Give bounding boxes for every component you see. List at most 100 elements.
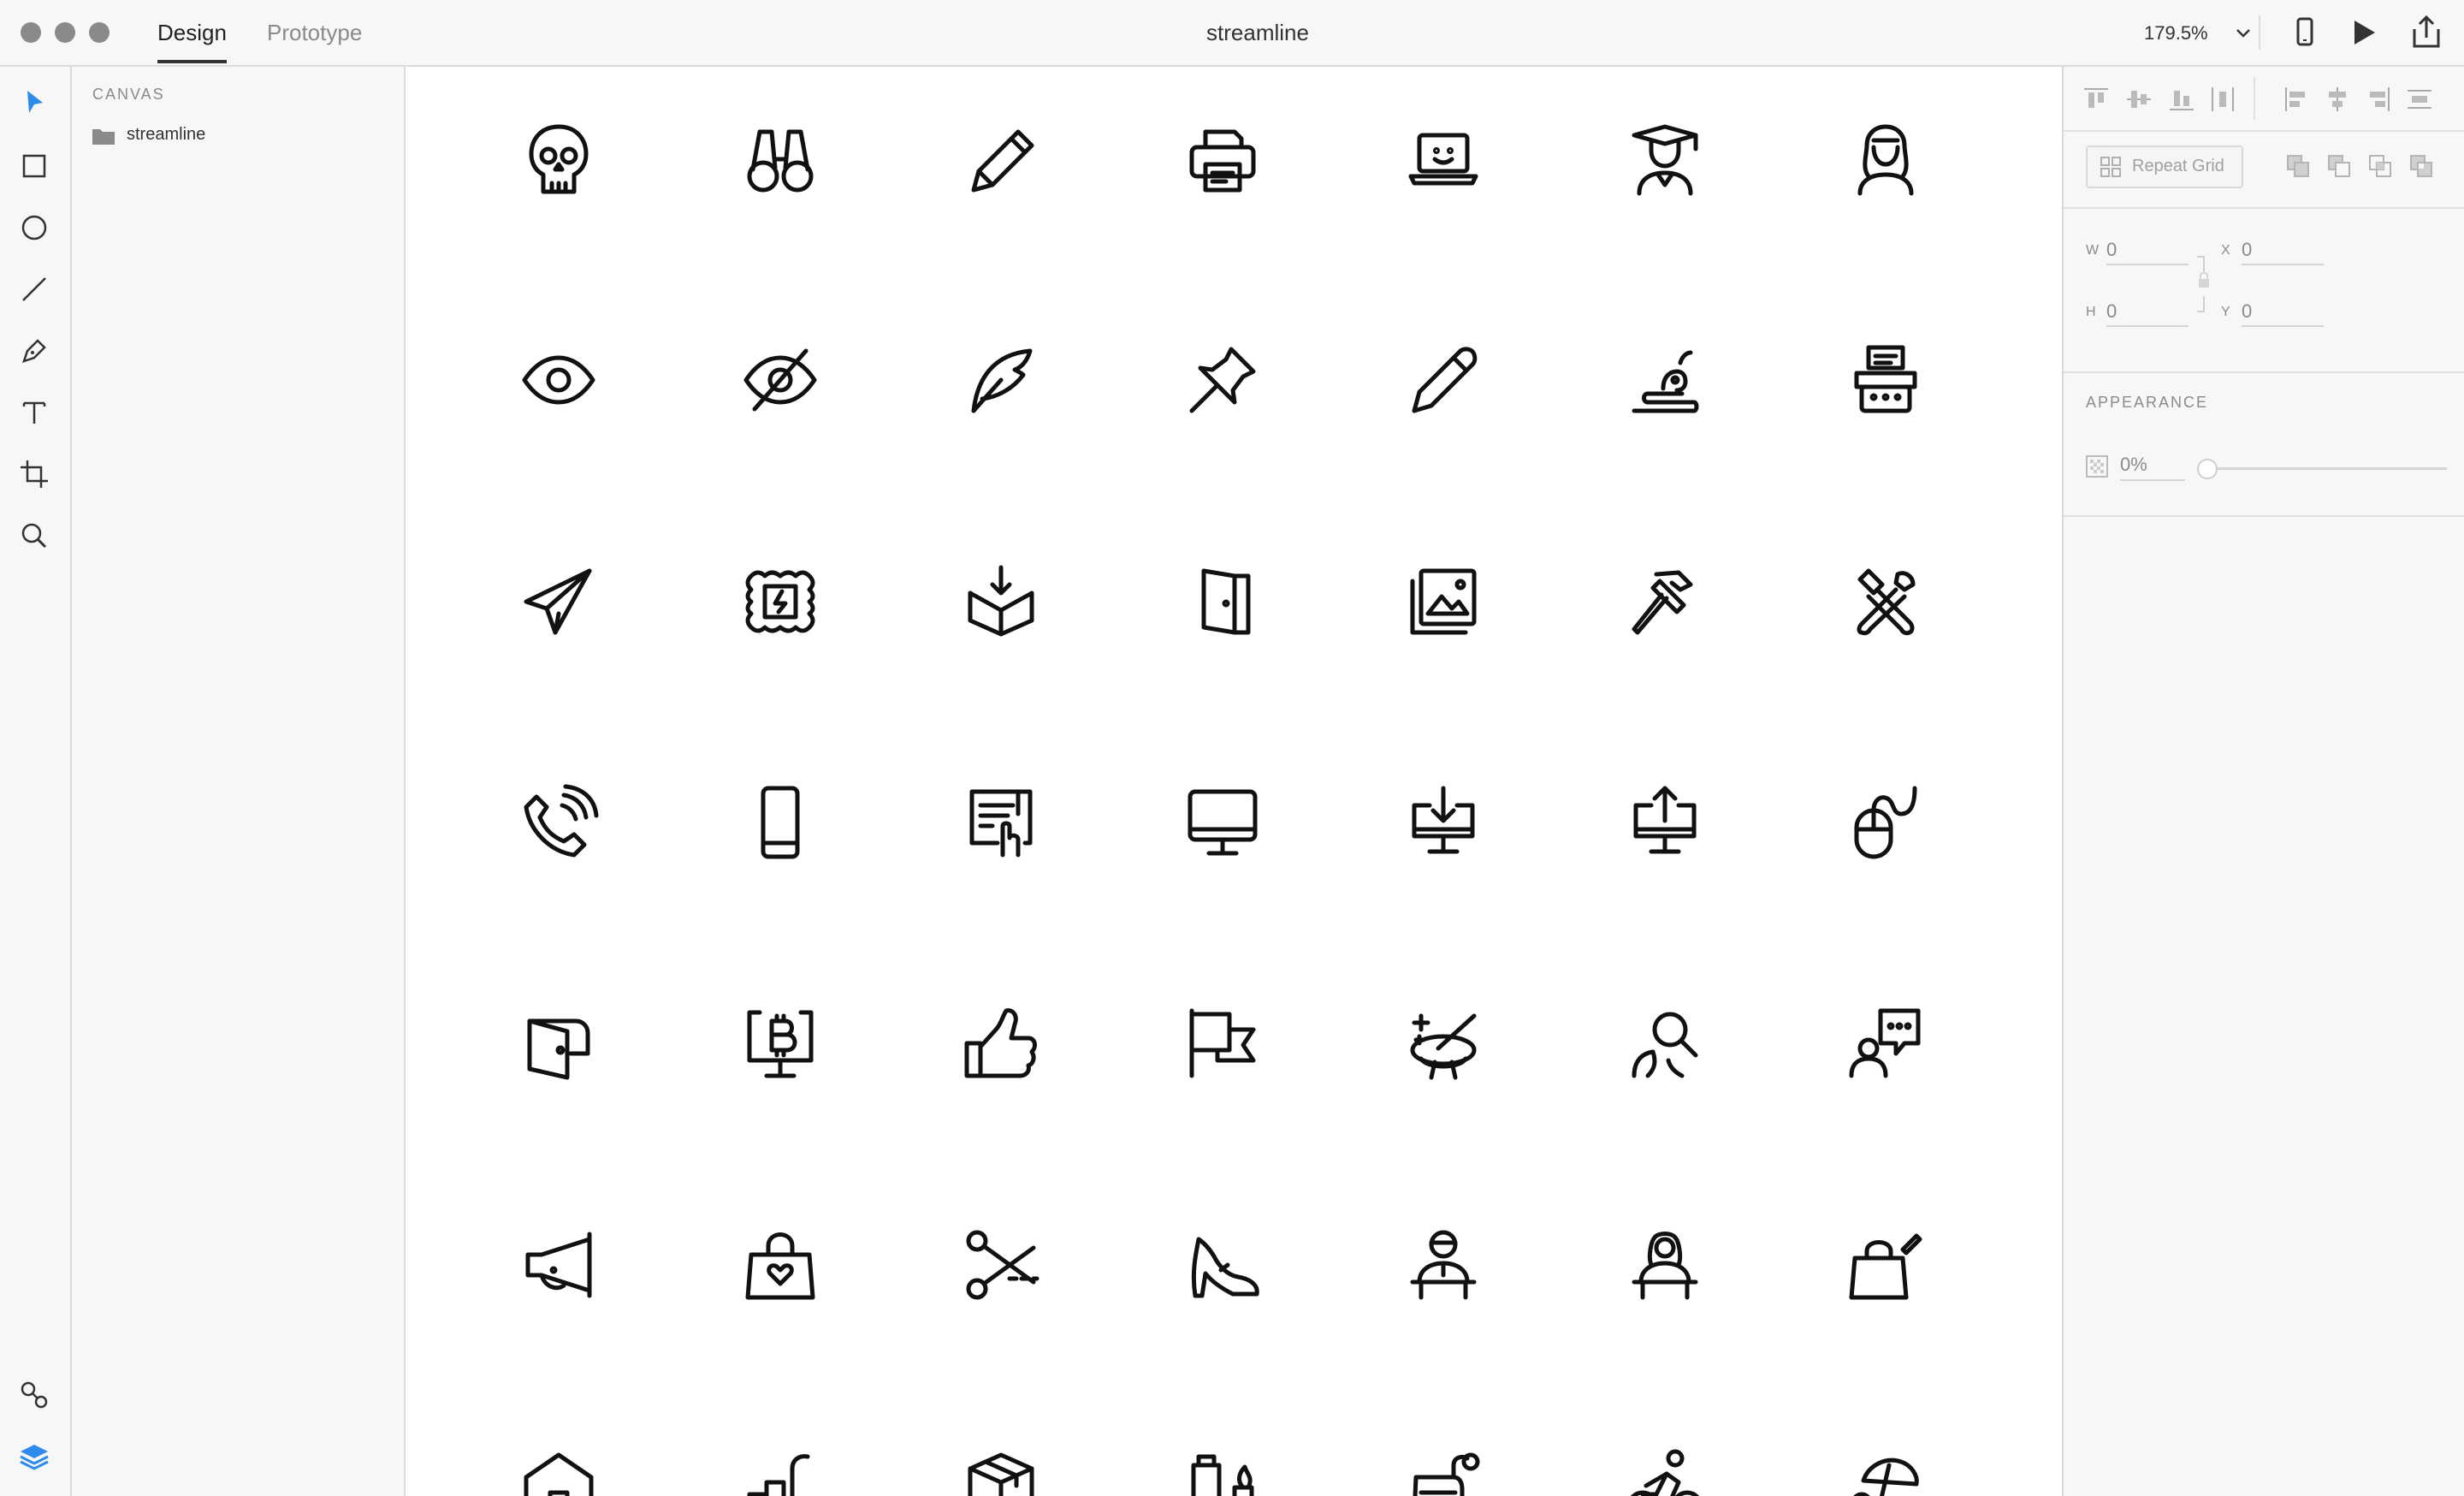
align-center-icon[interactable]: [2322, 84, 2353, 115]
tab-prototype[interactable]: Prototype: [267, 15, 362, 60]
opacity-field[interactable]: 0%: [2120, 454, 2185, 481]
user-search-icon[interactable]: [1622, 1000, 1708, 1086]
x-field[interactable]: 0: [2242, 238, 2324, 265]
artboard-tool[interactable]: [15, 455, 53, 493]
flags-icon[interactable]: [1180, 1000, 1265, 1086]
monitor-icon[interactable]: [1180, 780, 1265, 865]
scissors-icon[interactable]: [958, 1222, 1044, 1308]
typewriter-icon[interactable]: [1843, 337, 1928, 423]
width-field[interactable]: 0: [2106, 238, 2189, 265]
repeat-grid-button[interactable]: Repeat Grid: [2086, 145, 2243, 188]
shopping-bag-edit-icon[interactable]: [1843, 1222, 1928, 1308]
add-union-icon[interactable]: [2284, 152, 2312, 180]
zoom-dropdown[interactable]: 179.5%: [2144, 17, 2250, 50]
touch-screen-icon[interactable]: [958, 780, 1044, 865]
monitor-download-icon[interactable]: [1401, 780, 1486, 865]
pen-tool[interactable]: [15, 332, 53, 370]
height-field[interactable]: 0: [2106, 300, 2189, 327]
house-icon[interactable]: [516, 1443, 601, 1496]
megaphone-icon[interactable]: [516, 1222, 601, 1308]
pin-icon[interactable]: [1180, 337, 1265, 423]
mouse-icon[interactable]: [1843, 780, 1928, 865]
beach-icon[interactable]: [1843, 1443, 1928, 1496]
shopping-bag-heart-icon[interactable]: [737, 1222, 823, 1308]
align-bottom-icon[interactable]: [2166, 84, 2197, 115]
cyclist-icon[interactable]: [1622, 1443, 1708, 1496]
woman-desk-icon[interactable]: [1622, 1222, 1708, 1308]
man-desk-icon[interactable]: [1401, 1222, 1486, 1308]
opacity-slider-track[interactable]: [2206, 467, 2447, 470]
phone-ringing-icon[interactable]: [516, 780, 601, 865]
chevron-down-icon: [2235, 17, 2252, 60]
tools-icon[interactable]: [1843, 559, 1928, 644]
exclude-overlap-icon[interactable]: [2408, 152, 2435, 180]
align-middle-icon[interactable]: [2123, 84, 2154, 115]
zoom-tool[interactable]: [15, 517, 53, 555]
panel-divider: [2064, 130, 2464, 132]
mobile-phone-icon[interactable]: [737, 780, 823, 865]
align-left-icon[interactable]: [2281, 84, 2312, 115]
play-icon[interactable]: [2344, 14, 2382, 51]
eye-icon[interactable]: [516, 337, 601, 423]
title-bar: Design Prototype streamline 179.5%: [0, 0, 2464, 67]
skull-icon[interactable]: [516, 116, 601, 202]
laptop-smile-icon[interactable]: [1401, 116, 1486, 202]
subtract-icon[interactable]: [2325, 152, 2353, 180]
distribute-vertical-icon[interactable]: [2404, 84, 2435, 115]
package-icon[interactable]: [958, 1443, 1044, 1496]
line-tool[interactable]: [15, 270, 53, 308]
layers-icon[interactable]: [15, 1438, 53, 1475]
eye-hidden-icon[interactable]: [737, 337, 823, 423]
properties-panel: Repeat Grid W 0 H 0 X 0 Y 0 APPEARANCE 0…: [2064, 67, 2464, 1496]
pen-icon[interactable]: [1401, 337, 1486, 423]
graduate-icon[interactable]: [1622, 116, 1708, 202]
layer-item[interactable]: streamline: [91, 123, 382, 151]
toolbar-divider: [2259, 15, 2260, 50]
hammer-icon[interactable]: [1622, 559, 1708, 644]
bitcoin-monitor-icon[interactable]: [737, 1000, 823, 1086]
binoculars-icon[interactable]: [737, 116, 823, 202]
box-download-icon[interactable]: [958, 559, 1044, 644]
paint-brush-icon[interactable]: [1622, 337, 1708, 423]
tab-design[interactable]: Design: [157, 15, 227, 63]
paint-can-icon[interactable]: [1180, 1443, 1265, 1496]
panel-divider: [2064, 371, 2464, 373]
device-preview-icon[interactable]: [2286, 14, 2324, 51]
cart-icon[interactable]: [737, 1443, 823, 1496]
text-tool[interactable]: [15, 394, 53, 431]
share-icon[interactable]: [2408, 14, 2445, 51]
paper-plane-icon[interactable]: [516, 559, 601, 644]
high-heel-icon[interactable]: [1180, 1222, 1265, 1308]
select-tool[interactable]: [15, 84, 53, 122]
y-field[interactable]: 0: [2242, 300, 2324, 327]
minimize-window-button[interactable]: [55, 22, 75, 43]
layers-section-title: CANVAS: [92, 86, 165, 103]
door-icon[interactable]: [1180, 559, 1265, 644]
stamp-icon[interactable]: [737, 559, 823, 644]
user-chat-icon[interactable]: [1843, 1000, 1928, 1086]
canvas-area[interactable]: [406, 67, 2064, 1496]
monitor-upload-icon[interactable]: [1622, 780, 1708, 865]
ellipse-tool[interactable]: [15, 209, 53, 246]
printer-icon[interactable]: [1180, 116, 1265, 202]
distribute-horizontal-icon[interactable]: [2207, 84, 2238, 115]
rectangle-tool[interactable]: [15, 147, 53, 185]
repeat-grid-label: Repeat Grid: [2132, 157, 2224, 175]
quill-icon[interactable]: [958, 337, 1044, 423]
align-top-icon[interactable]: [2081, 84, 2112, 115]
opacity-slider-handle[interactable]: [2197, 459, 2218, 479]
image-gallery-icon[interactable]: [1401, 559, 1486, 644]
lock-aspect-icon[interactable]: [2194, 253, 2214, 319]
woman-icon[interactable]: [1843, 116, 1928, 202]
wallet-icon[interactable]: [516, 1000, 601, 1086]
assets-icon[interactable]: [15, 1376, 53, 1414]
thumbs-up-icon[interactable]: [958, 1000, 1044, 1086]
close-window-button[interactable]: [21, 22, 41, 43]
magic-hat-icon[interactable]: [1401, 1000, 1486, 1086]
zoom-window-button[interactable]: [89, 22, 110, 43]
intersect-icon[interactable]: [2366, 152, 2394, 180]
panel-divider: [2064, 515, 2464, 517]
pencil-icon[interactable]: [958, 116, 1044, 202]
sewing-machine-icon[interactable]: [1401, 1443, 1486, 1496]
align-right-icon[interactable]: [2363, 84, 2394, 115]
